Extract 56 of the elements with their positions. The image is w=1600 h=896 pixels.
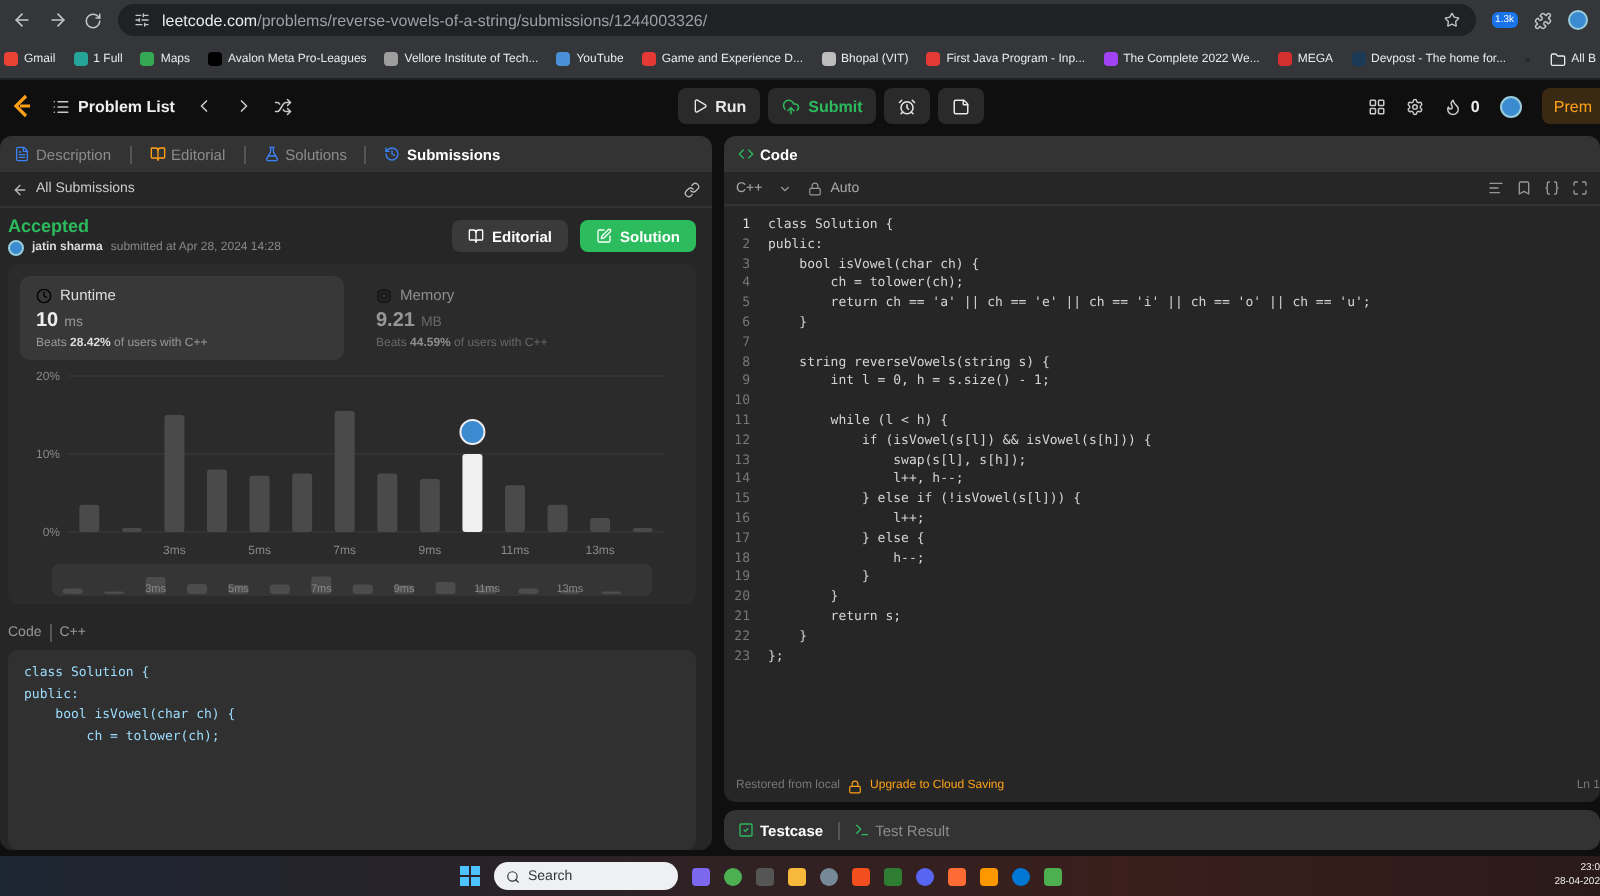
settings-icon[interactable] [1406,97,1425,115]
stat-icon [36,287,52,303]
edit-icon [596,228,612,244]
user-avatar[interactable] [1499,95,1522,117]
note-icon [952,97,971,115]
stat-value: 10 [36,310,59,332]
submit-button[interactable]: Submit [768,88,877,124]
tab-icon [384,146,401,162]
avatar-marker-icon [459,419,486,445]
play-icon [691,98,708,114]
windows-start-icon[interactable] [460,866,480,886]
stat-icon [376,287,392,303]
cloud-upload-icon [782,97,801,115]
tab-icon [149,146,166,162]
premium-button[interactable]: Prem [1541,88,1600,124]
run-button[interactable]: Run [677,88,761,124]
problem-list-link[interactable]: Problem List [78,97,175,115]
url-text: leetcode.com/problems/reverse-vowels-of-a-string/submissions/1244003326/ [162,11,708,29]
streak-count: 0 [1470,97,1480,115]
tab-icon [263,146,280,162]
back-icon[interactable] [12,10,32,30]
grid-icon[interactable] [1368,97,1387,115]
extensions-icon[interactable] [1534,11,1552,29]
shuffle-icon[interactable] [274,97,293,115]
site-settings-icon [134,12,150,28]
back-arrow-icon [12,181,28,197]
profile-avatar[interactable] [1568,10,1588,30]
chevron-down-icon [778,181,793,195]
link-icon[interactable] [684,181,700,197]
terminal-icon [853,822,870,838]
checkbox-icon [738,822,754,838]
stat-value: 9.21 [376,310,415,332]
status-text: Accepted [8,216,92,236]
alarm-clock-icon [898,97,917,115]
star-icon[interactable] [1443,12,1460,28]
forward-icon[interactable] [48,10,68,30]
search-icon [506,869,520,883]
folder-icon [1549,51,1566,67]
lock-icon [848,779,863,793]
format-icon[interactable] [1488,180,1504,196]
logo-icon[interactable] [12,94,32,118]
lock-icon [808,181,823,195]
tab-icon [14,146,30,162]
list-icon [52,97,70,115]
braces-icon[interactable] [1544,180,1560,196]
reload-icon[interactable] [84,11,102,29]
timer-button[interactable] [884,88,931,124]
notes-button[interactable] [938,88,985,124]
book-icon [467,228,484,244]
bookmark-icon[interactable] [1516,180,1532,196]
user-avatar [8,240,24,256]
fullscreen-icon[interactable] [1572,180,1588,196]
highlighted-bar[interactable] [462,454,483,532]
code-icon [738,146,754,162]
address-bar[interactable]: leetcode.com/problems/reverse-vowels-of-a-string/submissions/1244003326/ [118,4,1476,36]
flame-icon [1444,97,1463,115]
